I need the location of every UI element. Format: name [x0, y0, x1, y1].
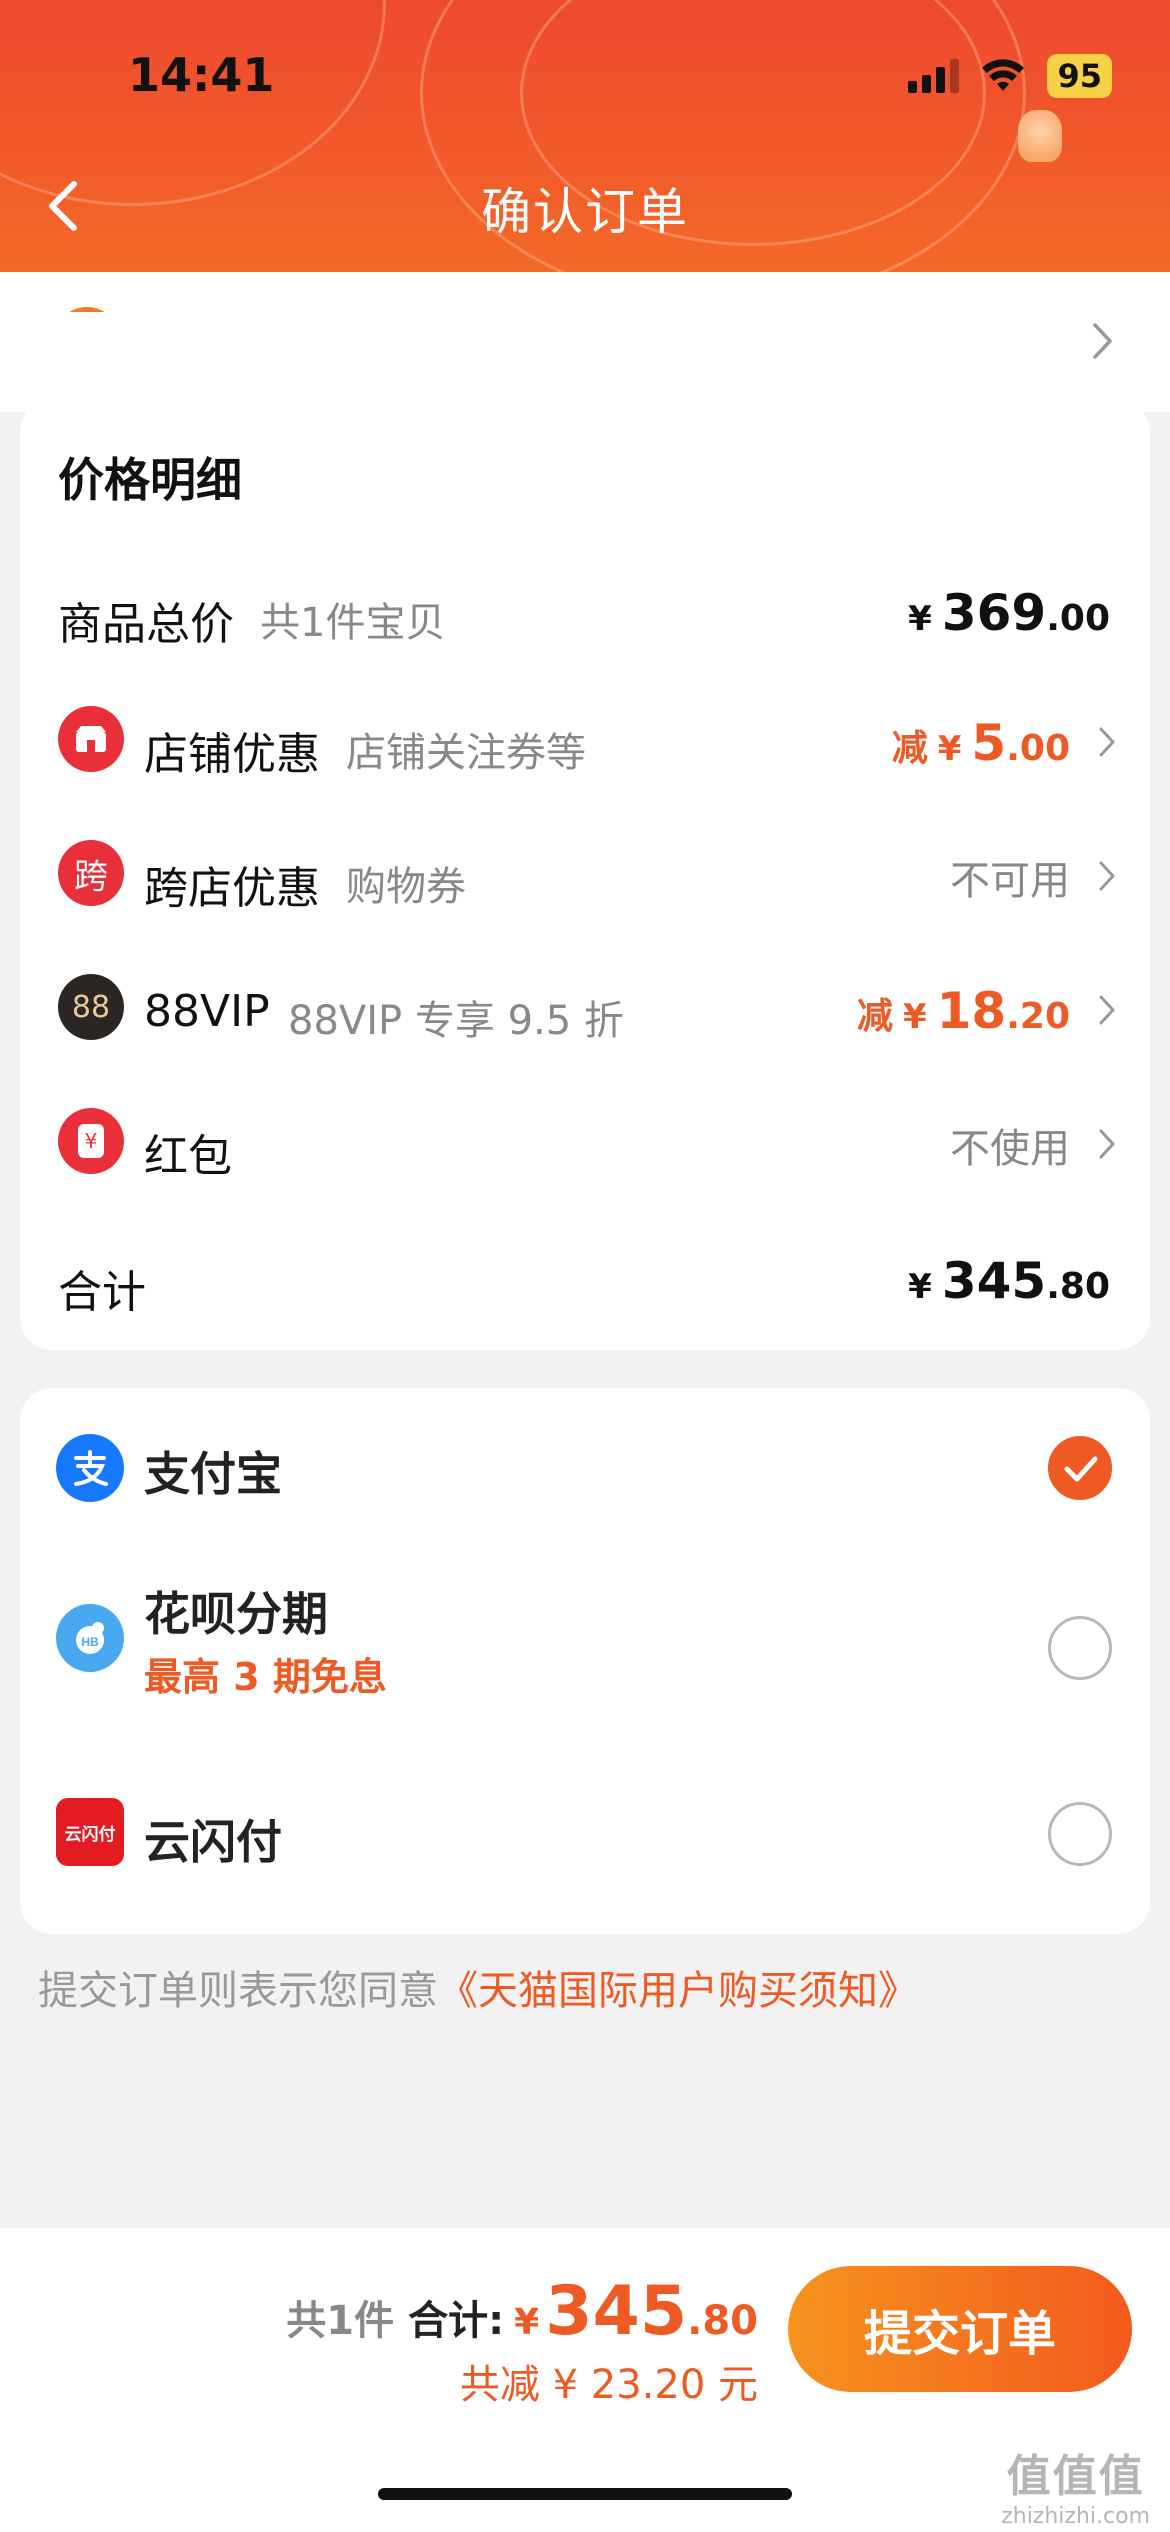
cross-shop-icon: 跨: [58, 840, 124, 906]
payment-option-huabei[interactable]: HB 花呗分期 最高 3 期免息: [20, 1548, 1150, 1748]
price-detail-card: 价格明细 商品总价 共1件宝贝 ¥ 369 .00 店铺优惠 店铺关注券等 减 …: [20, 400, 1150, 1350]
battery-indicator: 95: [1047, 54, 1112, 98]
red-packet-row[interactable]: ¥ 红包 不使用: [20, 1102, 1150, 1192]
redacted-address: [0, 312, 800, 412]
shop-discount-sub: 店铺关注券等: [346, 730, 586, 776]
goods-total-row: 商品总价 共1件宝贝 ¥ 369 .00: [20, 570, 1150, 660]
watermark: 值值值 zhizhizhi.com: [1001, 2440, 1150, 2529]
shop-icon: [58, 706, 124, 772]
payment-option-alipay[interactable]: 支付宝: [20, 1388, 1150, 1548]
alipay-icon: [56, 1434, 124, 1502]
home-indicator: [378, 2488, 792, 2500]
huabei-interest-free: 最高 3 期免息: [144, 1655, 387, 1699]
total-price: ¥ 345 .80: [908, 1252, 1110, 1310]
vip-discount-amount: 减 ¥ 18 .20: [857, 982, 1070, 1040]
shop-discount-amount: 减 ¥ 5 .00: [892, 714, 1070, 772]
huabei-icon: HB: [56, 1604, 124, 1672]
price-integer: 345: [941, 1252, 1047, 1310]
price-decimal: .20: [1006, 996, 1070, 1037]
vip-label: 88VIP: [144, 986, 270, 1037]
bottom-checkout-bar: 共1件 合计: ¥ 345 .80 共减 ¥ 23.20 元 提交订单: [0, 2228, 1170, 2532]
goods-count: 共1件宝贝: [260, 600, 446, 646]
price-decimal: .00: [1006, 728, 1070, 769]
purchase-notice-link[interactable]: 《天猫国际用户购买须知》: [438, 1968, 918, 2014]
price-integer: 369: [941, 584, 1047, 642]
order-summary: 共1件 合计: ¥ 345 .80: [286, 2272, 758, 2351]
cross-shop-status-wrap: 不可用: [950, 848, 1070, 906]
lantern-icon: [1018, 110, 1062, 162]
chevron-right-icon: [1099, 727, 1115, 757]
discount-prefix: 减: [856, 996, 893, 1037]
shop-discount-label: 店铺优惠: [144, 729, 320, 780]
price-detail-title: 价格明细: [58, 453, 242, 507]
red-packet-icon: ¥: [58, 1108, 124, 1174]
header-bar: 14:41 95 确认订单: [0, 0, 1170, 272]
price-integer: 5: [971, 714, 1007, 772]
price-decimal: .80: [1046, 1266, 1110, 1307]
payment-methods-card: 支付宝 HB 花呗分期 最高 3 期免息 云闪付 云闪付: [20, 1388, 1150, 1934]
yen-symbol: ¥: [514, 2302, 540, 2343]
cross-shop-icon-char: 跨: [74, 856, 108, 897]
vip-discount-row[interactable]: 88 88VIP 88VIP 专享 9.5 折 减 ¥ 18 .20: [20, 968, 1150, 1058]
chevron-right-icon: [1093, 323, 1112, 359]
cross-shop-status: 不可用: [950, 858, 1070, 904]
yen-symbol: ¥: [908, 599, 932, 639]
total-label: 合计: [58, 1267, 146, 1318]
total-row: 合计 ¥ 345 .80: [20, 1238, 1150, 1328]
red-packet-label: 红包: [144, 1131, 232, 1182]
red-packet-status-wrap: 不使用: [950, 1116, 1070, 1174]
shop-discount-row[interactable]: 店铺优惠 店铺关注券等 减 ¥ 5 .00: [20, 700, 1150, 790]
check-icon: [1064, 1456, 1098, 1482]
alipay-radio-checked[interactable]: [1048, 1436, 1112, 1500]
vip-icon-char: 88: [71, 989, 111, 1025]
yen-symbol: ¥: [937, 729, 962, 769]
chevron-right-icon: [1099, 995, 1115, 1025]
total-label: 合计:: [408, 2298, 505, 2344]
red-packet-status: 不使用: [950, 1126, 1070, 1172]
discount-prefix: 减: [891, 728, 928, 769]
cross-shop-label: 跨店优惠: [144, 863, 320, 914]
vip-88-icon: 88: [58, 974, 124, 1040]
cross-shop-row[interactable]: 跨 跨店优惠 购物券 不可用: [20, 834, 1150, 924]
unionpay-radio[interactable]: [1048, 1802, 1112, 1866]
payment-option-unionpay[interactable]: 云闪付 云闪付: [20, 1748, 1150, 1934]
address-card[interactable]: [0, 272, 1170, 412]
item-count: 共1件: [286, 2298, 395, 2344]
status-time: 14:41: [128, 48, 275, 102]
huabei-radio[interactable]: [1048, 1616, 1112, 1680]
page-title: 确认订单: [481, 183, 689, 241]
unionpay-icon: 云闪付: [56, 1798, 124, 1866]
huabei-label: 花呗分期: [144, 1587, 328, 1641]
unionpay-icon-text: 云闪付: [64, 1824, 116, 1845]
cross-shop-sub: 购物券: [346, 864, 466, 910]
agreement-text: 提交订单则表示您同意《天猫国际用户购买须知》: [38, 1958, 918, 2016]
price-decimal: .00: [1046, 598, 1110, 639]
signal-icon: [908, 59, 960, 93]
alipay-label: 支付宝: [144, 1447, 282, 1501]
unionpay-label: 云闪付: [144, 1815, 282, 1869]
total-integer: 345: [545, 2272, 688, 2351]
total-decimal: .80: [687, 2298, 758, 2344]
total-saved: 共减 ¥ 23.20 元: [459, 2362, 758, 2408]
wifi-icon: [982, 59, 1025, 91]
goods-total-price: ¥ 369 .00: [908, 584, 1110, 642]
yen-symbol: ¥: [902, 997, 927, 1037]
chevron-right-icon: [1099, 1129, 1115, 1159]
watermark-sub: zhizhizhi.com: [1001, 2504, 1150, 2529]
status-icons: 95: [908, 54, 1112, 98]
goods-total-label: 商品总价: [58, 599, 234, 650]
svg-text:HB: HB: [81, 1635, 99, 1649]
agreement-prefix: 提交订单则表示您同意: [38, 1968, 438, 2014]
yen-symbol: ¥: [908, 1267, 932, 1307]
price-integer: 18: [936, 982, 1007, 1040]
watermark-main: 值值值: [1006, 2451, 1145, 2502]
submit-order-button[interactable]: 提交订单: [788, 2266, 1132, 2392]
vip-sub: 88VIP 专享 9.5 折: [288, 998, 624, 1044]
red-packet-icon-char: ¥: [78, 1124, 104, 1158]
chevron-right-icon: [1099, 861, 1115, 891]
